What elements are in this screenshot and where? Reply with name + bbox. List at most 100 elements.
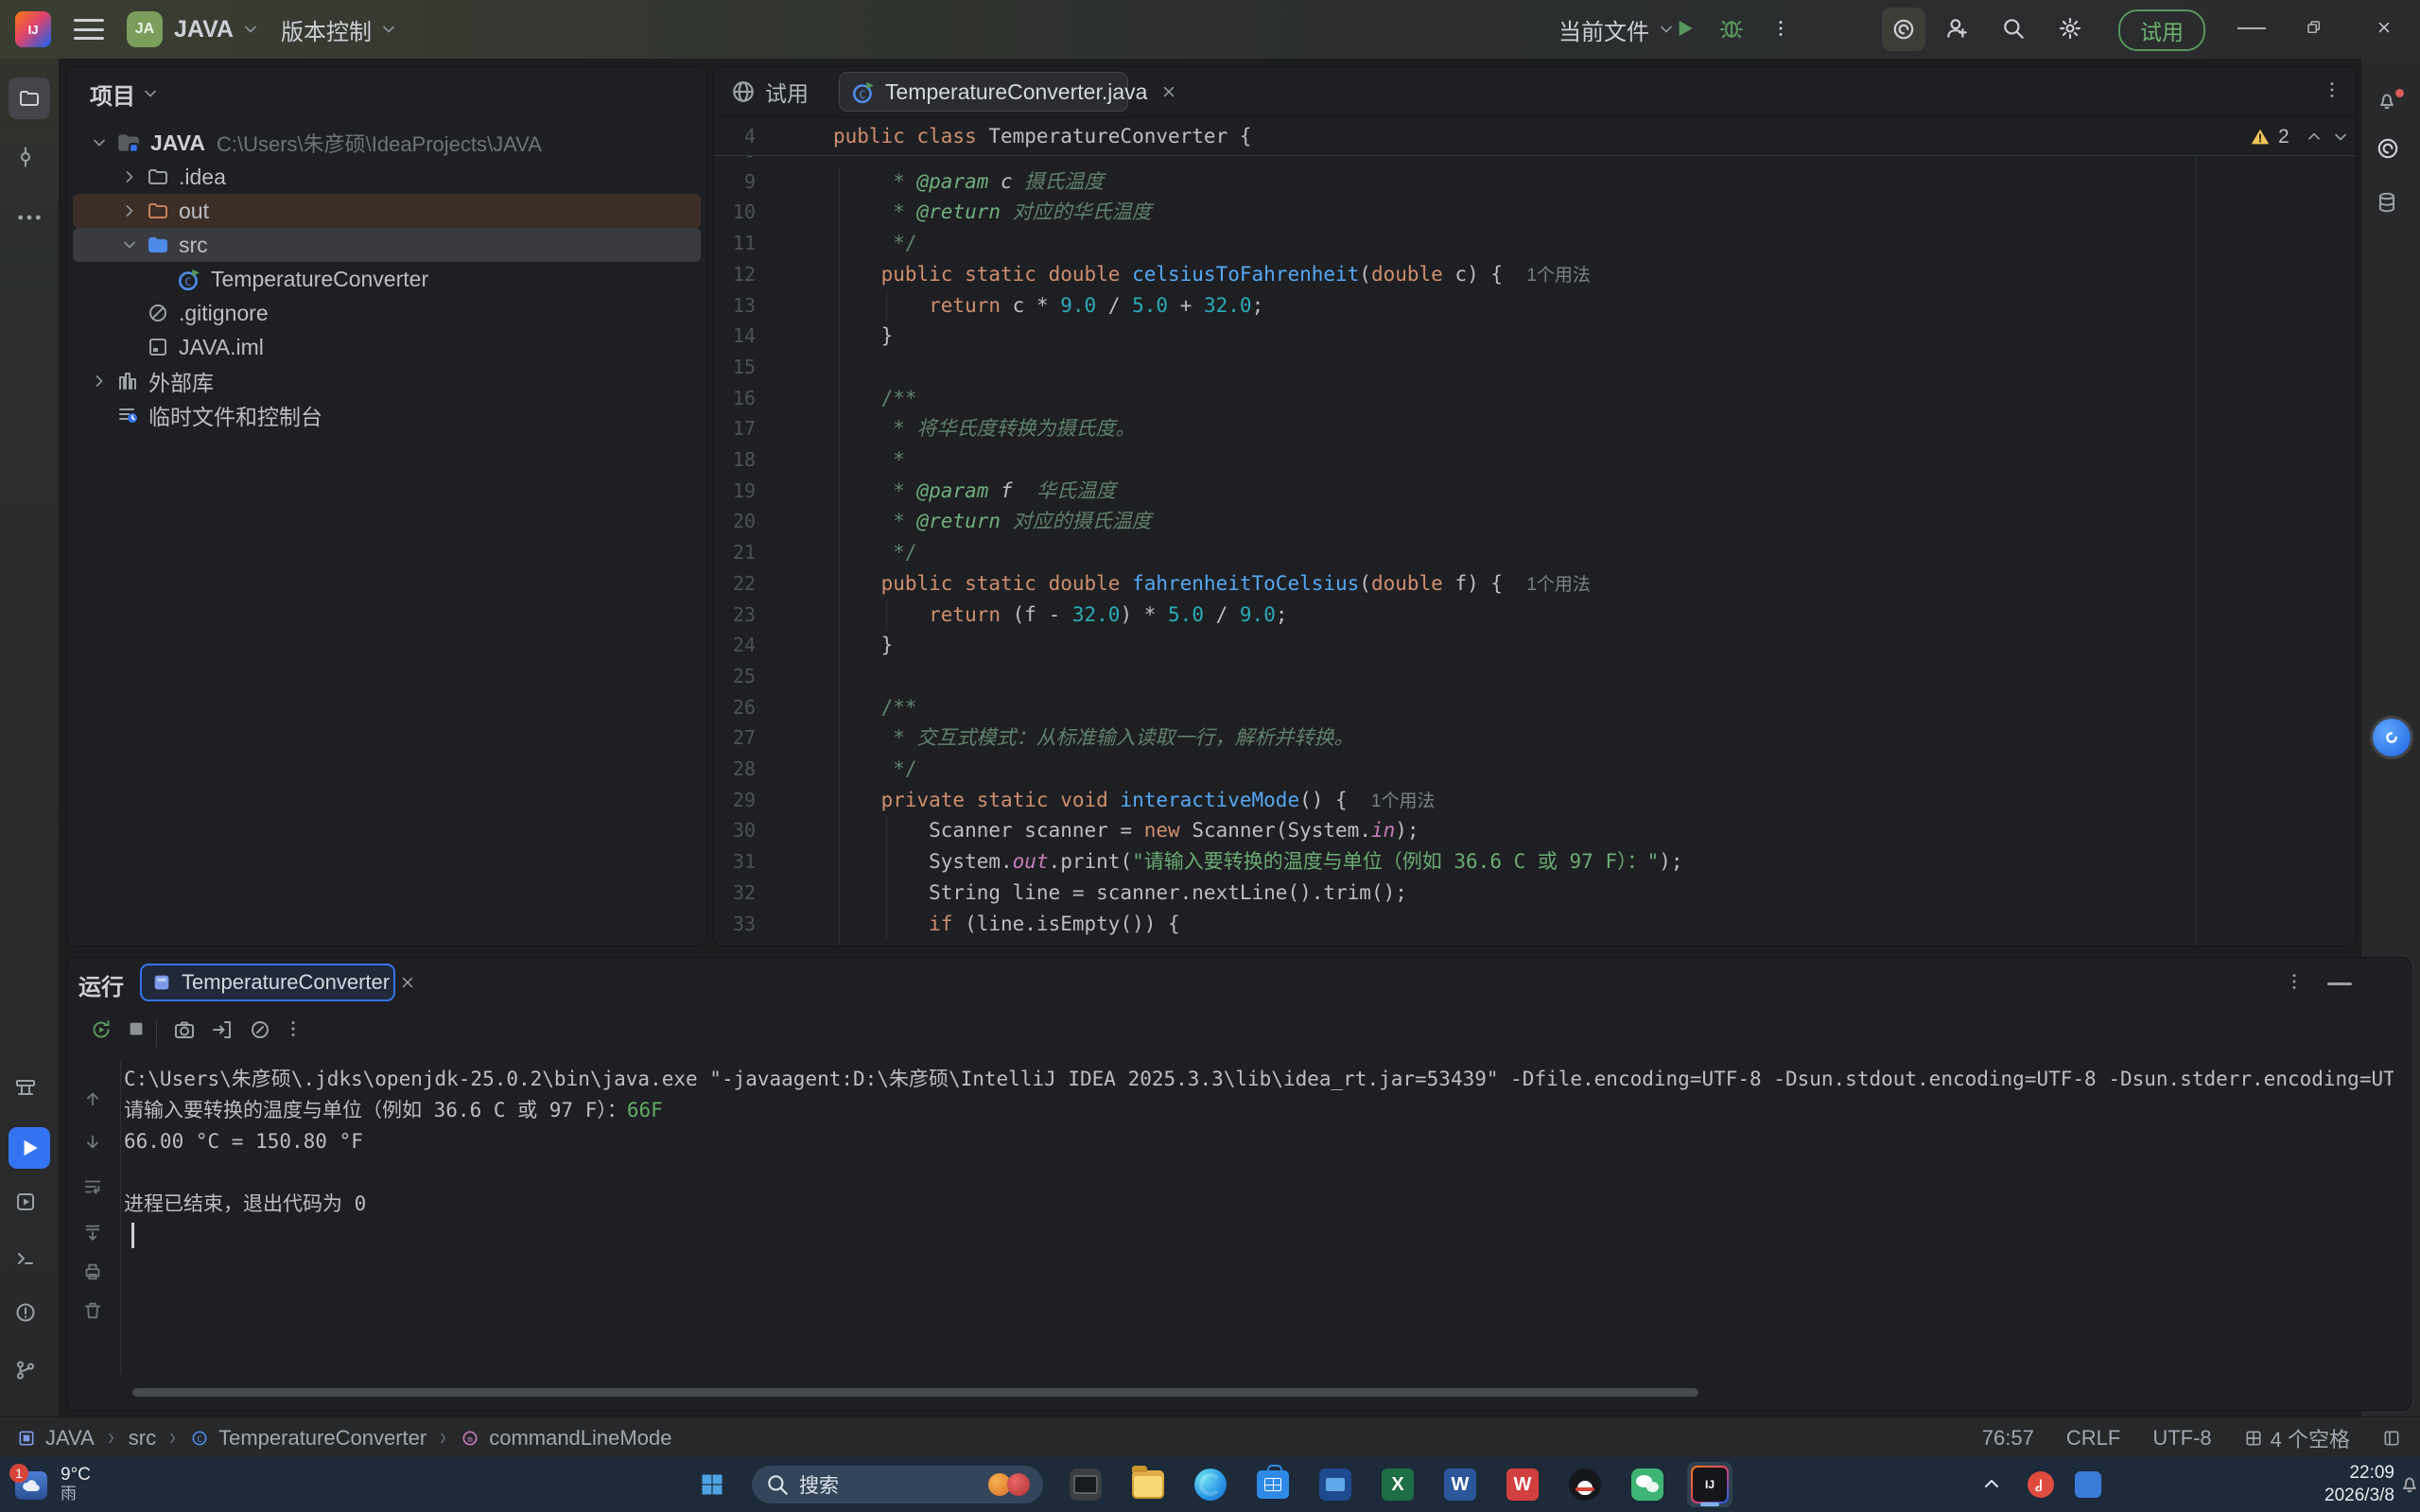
weather-widget[interactable]: 1 9°C 雨 bbox=[13, 1461, 91, 1508]
tree-row-临时文件和控制台[interactable]: 临时文件和控制台 bbox=[73, 398, 701, 432]
debug-button[interactable] bbox=[1719, 16, 1748, 44]
chevron-right-icon[interactable] bbox=[120, 167, 139, 186]
run-tool-window: 运行TemperatureConverterC:\Users\朱彦硕\.jdks… bbox=[66, 957, 2411, 1411]
caret-position-widget[interactable]: 76:57 bbox=[1982, 1426, 2034, 1451]
weather-desc: 雨 bbox=[61, 1486, 91, 1503]
vcs-selector[interactable]: 版本控制 bbox=[281, 14, 398, 44]
breadcrumb-item[interactable]: JAVA bbox=[45, 1426, 95, 1451]
taskbar-app-edge[interactable] bbox=[1188, 1462, 1233, 1507]
tree-row-.idea[interactable]: .idea bbox=[73, 160, 701, 194]
minimize-button[interactable] bbox=[2237, 26, 2266, 30]
sidebar-item-commit[interactable] bbox=[14, 146, 44, 176]
console-more-button[interactable] bbox=[283, 1018, 311, 1047]
tree-row-.gitignore[interactable]: .gitignore bbox=[73, 296, 701, 330]
run-panel-hide-button[interactable] bbox=[2327, 982, 2352, 985]
sidebar-item-terminal[interactable] bbox=[14, 1247, 44, 1277]
scroll-to-end-button[interactable] bbox=[82, 1223, 109, 1249]
breadcrumb-item[interactable]: commandLineMode bbox=[489, 1426, 671, 1451]
notification-center-button[interactable] bbox=[2398, 1472, 2419, 1497]
taskbar-app-idea[interactable]: IJ bbox=[1687, 1462, 1732, 1507]
taskbar-app-qq[interactable] bbox=[1562, 1462, 1608, 1507]
hamburger-menu-icon[interactable] bbox=[74, 16, 104, 43]
tree-item-label: TemperatureConverter bbox=[211, 267, 428, 292]
run-config-selector[interactable]: 当前文件 bbox=[1558, 14, 1676, 44]
print-button[interactable] bbox=[82, 1261, 109, 1288]
code-line-20: 20 * @return 对应的摄氏温度 bbox=[714, 506, 2356, 537]
close-button[interactable] bbox=[2376, 19, 2398, 42]
layout-widget[interactable] bbox=[2382, 1429, 2401, 1448]
tree-row-JAVA.iml[interactable]: JAVA.iml bbox=[73, 330, 701, 364]
sidebar-item-more[interactable] bbox=[14, 202, 44, 233]
taskbar-app-mail[interactable] bbox=[1313, 1462, 1358, 1507]
project-selector[interactable]: JAVA bbox=[174, 14, 260, 44]
close-icon[interactable] bbox=[1160, 83, 1177, 100]
console-h-scrollbar[interactable] bbox=[132, 1388, 1698, 1397]
close-icon[interactable] bbox=[399, 974, 416, 991]
code-with-me-button[interactable] bbox=[1944, 16, 1973, 44]
run-panel-options-button[interactable] bbox=[2284, 971, 2308, 996]
taskbar-app-wechat[interactable] bbox=[1625, 1462, 1670, 1507]
sidebar-item-services[interactable] bbox=[14, 1190, 44, 1221]
tab-options-button[interactable] bbox=[2322, 79, 2346, 104]
chevron-right-icon[interactable] bbox=[90, 372, 109, 391]
tree-row-JAVA[interactable]: JAVAC:\Users\朱彦硕\IdeaProjects\JAVA bbox=[73, 126, 701, 160]
indent-widget[interactable]: 4 个空格 bbox=[2244, 1423, 2350, 1453]
chevron-right-icon[interactable] bbox=[120, 201, 139, 220]
ai-chat-button[interactable] bbox=[2376, 136, 2406, 166]
breadcrumb-item[interactable]: src bbox=[129, 1426, 156, 1451]
run-button[interactable] bbox=[1672, 16, 1700, 44]
rerun-button[interactable] bbox=[90, 1018, 118, 1047]
edit-config-button[interactable] bbox=[249, 1018, 277, 1047]
settings-button[interactable] bbox=[2058, 16, 2086, 44]
trial-button[interactable]: 试用 bbox=[2118, 9, 2205, 51]
prev-warning-button[interactable] bbox=[2305, 128, 2324, 147]
tree-row-TemperatureConverter[interactable]: CTemperatureConverter bbox=[73, 262, 701, 296]
taskbar-app-monitor[interactable] bbox=[1063, 1462, 1108, 1507]
line-separator-widget[interactable]: CRLF bbox=[2066, 1426, 2120, 1451]
taskbar-app-wps[interactable]: W bbox=[1500, 1462, 1545, 1507]
search-everywhere-button[interactable] bbox=[2001, 16, 2029, 44]
notifications-button[interactable] bbox=[2376, 89, 2406, 119]
stop-button[interactable] bbox=[126, 1018, 154, 1047]
more-actions-button[interactable] bbox=[1770, 18, 1795, 43]
scroll-up-button[interactable] bbox=[82, 1088, 109, 1115]
start-button[interactable] bbox=[692, 1465, 732, 1504]
project-panel-header[interactable]: 项目 bbox=[90, 77, 160, 111]
sidebar-item-project[interactable] bbox=[9, 78, 50, 119]
sidebar-item-run[interactable] bbox=[9, 1127, 50, 1169]
project-avatar[interactable]: JA bbox=[127, 11, 163, 47]
taskbar-app-excel[interactable]: X bbox=[1375, 1462, 1420, 1507]
encoding-widget[interactable]: UTF-8 bbox=[2152, 1426, 2211, 1451]
soft-wrap-button[interactable] bbox=[82, 1176, 109, 1203]
thread-dump-button[interactable] bbox=[173, 1018, 201, 1047]
tree-row-out[interactable]: out bbox=[73, 194, 701, 228]
scroll-down-button[interactable] bbox=[82, 1132, 109, 1158]
taskbar-app-store[interactable] bbox=[1250, 1462, 1296, 1507]
breadcrumb-item[interactable]: TemperatureConverter bbox=[218, 1426, 427, 1451]
sidebar-item-git[interactable] bbox=[14, 1359, 44, 1389]
tray-icon-red[interactable] bbox=[2028, 1471, 2054, 1498]
taskbar-app-word[interactable]: W bbox=[1437, 1462, 1483, 1507]
next-warning-button[interactable] bbox=[2331, 128, 2350, 147]
tray-chevron-up[interactable] bbox=[1980, 1472, 2007, 1499]
sidebar-item-problems[interactable] bbox=[14, 1301, 44, 1331]
tray-icon-blue[interactable] bbox=[2075, 1471, 2101, 1498]
assistant-logo-button[interactable] bbox=[2373, 719, 2411, 756]
maximize-button[interactable] bbox=[2306, 19, 2328, 42]
database-button[interactable] bbox=[2376, 191, 2406, 221]
taskbar-search[interactable]: 搜索 bbox=[752, 1466, 1043, 1503]
attach-debugger-button[interactable] bbox=[211, 1018, 239, 1047]
editor-lens-trial[interactable]: 试用 bbox=[731, 75, 809, 109]
editor-tab-temperatureconverter[interactable]: CTemperatureConverter.java bbox=[839, 72, 1128, 112]
tree-row-外部库[interactable]: 外部库 bbox=[73, 364, 701, 398]
chevron-down-icon[interactable] bbox=[120, 235, 139, 254]
ai-assistant-button[interactable] bbox=[1882, 8, 1925, 51]
run-tab-temperatureconverter[interactable]: TemperatureConverter bbox=[140, 964, 395, 1001]
chevron-down-icon[interactable] bbox=[90, 133, 109, 152]
clear-console-button[interactable] bbox=[82, 1300, 109, 1327]
taskbar-app-explorer[interactable] bbox=[1125, 1462, 1171, 1507]
sidebar-item-build[interactable] bbox=[14, 1076, 44, 1106]
inspections-widget[interactable]: 2 bbox=[2250, 122, 2350, 152]
taskbar-clock[interactable]: 22:092026/3/8 bbox=[2289, 1463, 2394, 1506]
tree-row-src[interactable]: src bbox=[73, 228, 701, 262]
